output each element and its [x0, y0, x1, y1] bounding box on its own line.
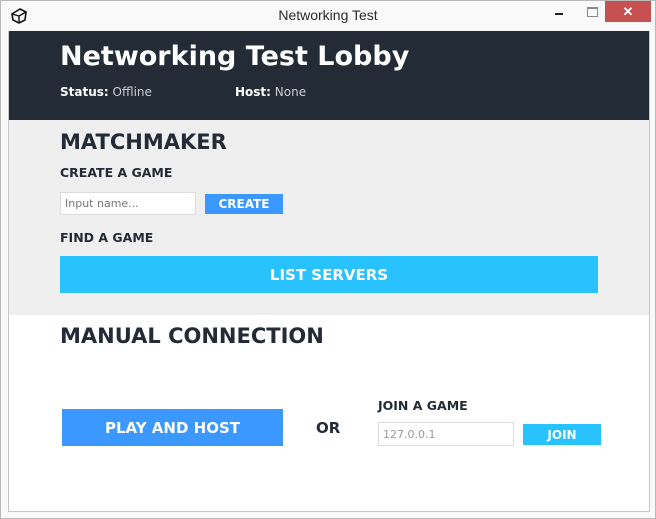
matchmaker-title: MATCHMAKER [60, 130, 227, 154]
create-button[interactable]: CREATE [205, 194, 283, 214]
status-readout: Status: Offline [60, 85, 152, 99]
lobby-header: Networking Test Lobby Status: Offline Ho… [9, 31, 649, 120]
host-readout: Host: None [235, 85, 306, 99]
app-window: Networking Test ✕ Networking Test Lobby … [0, 0, 656, 519]
server-address-input[interactable] [378, 422, 514, 446]
status-label: Status: [60, 85, 109, 99]
lobby-content: Networking Test Lobby Status: Offline Ho… [8, 31, 650, 512]
game-name-input[interactable] [60, 192, 196, 215]
minimize-button[interactable] [547, 1, 575, 23]
title-bar[interactable]: Networking Test ✕ [1, 1, 655, 31]
maximize-button[interactable] [579, 1, 607, 23]
manual-connection-title: MANUAL CONNECTION [60, 324, 324, 348]
find-game-heading: FIND A GAME [60, 230, 154, 245]
create-game-heading: CREATE A GAME [60, 165, 173, 180]
or-separator: OR [316, 419, 341, 437]
host-value: None [274, 85, 307, 99]
play-and-host-button[interactable]: PLAY AND HOST [62, 409, 283, 446]
join-button[interactable]: JOIN [523, 424, 601, 445]
matchmaker-section: MATCHMAKER CREATE A GAME CREATE FIND A G… [9, 120, 649, 315]
close-button[interactable]: ✕ [605, 1, 651, 22]
close-icon: ✕ [622, 4, 634, 19]
status-value: Offline [112, 85, 152, 99]
join-game-heading: JOIN A GAME [378, 398, 468, 413]
host-label: Host: [235, 85, 271, 99]
lobby-title: Networking Test Lobby [60, 41, 410, 72]
list-servers-button[interactable]: LIST SERVERS [60, 256, 598, 293]
